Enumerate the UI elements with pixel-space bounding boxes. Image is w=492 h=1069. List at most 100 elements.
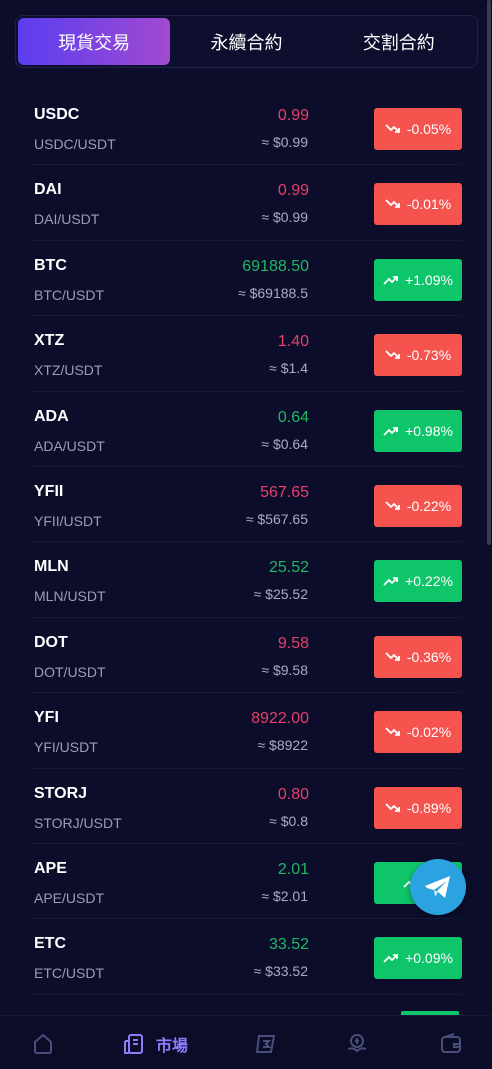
market-pair: YFII/USDT (34, 512, 102, 529)
market-row[interactable]: ETC ETC/USDT 33.52 ≈ $33.52 +0.09% (32, 919, 462, 995)
change-percent: -0.05% (406, 121, 452, 137)
market-symbol: MLN (34, 558, 69, 576)
change-badge[interactable]: +0.22% (374, 560, 462, 603)
market-row[interactable]: ADA ADA/USDT 0.64 ≈ $0.64 +0.98% (32, 392, 462, 467)
market-usd-price: ≈ $1.4 (269, 360, 308, 377)
nav-trade[interactable] (254, 1032, 278, 1056)
trend-down-icon (385, 501, 400, 510)
market-list: USDC USDC/USDT 0.99 ≈ $0.99 -0.05% DAI DAI/USD… (0, 90, 492, 995)
nav-home[interactable] (31, 1032, 55, 1056)
market-pair: APE/USDT (34, 889, 105, 906)
market-pair: YFI/USDT (34, 739, 98, 756)
trend-up-icon (383, 426, 398, 436)
trend-up-icon (383, 954, 398, 963)
market-price: 8922.00 (251, 710, 309, 728)
market-price: 33.52 (268, 936, 309, 954)
home-icon (34, 1033, 52, 1054)
telegram-icon (425, 876, 450, 898)
nav-market-label: 市場 (156, 1038, 189, 1055)
market-symbol: APE (34, 859, 67, 877)
market-pair: DOT/USDT (34, 663, 106, 680)
change-badge[interactable]: -0.22% (374, 484, 462, 527)
market-price: 9.58 (277, 634, 309, 652)
market-pair: MLN/USDT (34, 588, 106, 605)
trend-down-icon (385, 652, 400, 661)
market-pair: USDC/USDT (34, 136, 116, 152)
change-badge[interactable]: -0.05% (374, 108, 462, 150)
tab-spot[interactable]: 現貨交易 (18, 18, 171, 65)
change-badge[interactable]: -0.73% (374, 334, 462, 377)
market-price: 0.64 (277, 408, 309, 426)
market-symbol: ADA (34, 407, 69, 425)
market-row[interactable]: DOT DOT/USDT 9.58 ≈ $9.58 -0.36% (32, 618, 462, 694)
change-badge[interactable]: -0.02% (374, 711, 462, 754)
wallet-icon (441, 1033, 461, 1053)
market-price: 0.80 (277, 785, 309, 803)
market-row[interactable]: STORJ STORJ/USDT 0.80 ≈ $0.8 -0.89% (32, 769, 462, 844)
market-symbol: ETC (34, 935, 66, 953)
market-pair: DAI/USDT (34, 211, 100, 228)
market-usd-price: ≈ $2.01 (261, 887, 308, 904)
market-icon (124, 1034, 143, 1054)
market-symbol: DOT (34, 633, 68, 651)
market-usd-price: ≈ $33.52 (253, 963, 308, 980)
market-pair: ETC/USDT (34, 965, 104, 982)
trend-down-icon (385, 727, 400, 737)
market-price: 25.52 (268, 559, 309, 577)
market-row[interactable]: YFI YFI/USDT 8922.00 ≈ $8922 -0.02% (32, 693, 462, 769)
market-price: 567.65 (260, 483, 309, 501)
scrollbar[interactable] (487, 0, 491, 545)
market-usd-price: ≈ $0.99 (261, 209, 308, 226)
market-row[interactable]: YFII YFII/USDT 567.65 ≈ $567.65 -0.22% (32, 467, 462, 543)
tab-perpetual[interactable]: 永續合約 (170, 18, 322, 65)
nav-finance[interactable] (345, 1032, 369, 1056)
market-price: 1.40 (277, 333, 309, 351)
market-row[interactable]: BTC BTC/USDT 69188.50 ≈ $69188.5 +1.09% (32, 241, 462, 317)
change-badge[interactable]: +0.09% (374, 937, 462, 980)
trend-up-icon (383, 275, 398, 285)
market-pair: ADA/USDT (34, 437, 105, 454)
trend-down-icon (385, 802, 400, 812)
change-percent: -0.36% (406, 648, 452, 665)
market-symbol: STORJ (34, 784, 88, 802)
tab-delivery[interactable]: 交割合約 (323, 18, 475, 65)
market-symbol: BTC (34, 256, 67, 274)
change-badge[interactable]: +0.98% (374, 409, 462, 452)
market-usd-price: ≈ $567.65 (245, 510, 308, 527)
telegram-button[interactable] (410, 859, 466, 915)
market-row[interactable]: XTZ XTZ/USDT 1.40 ≈ $1.4 -0.73% (32, 316, 462, 392)
market-row[interactable]: USDC USDC/USDT 0.99 ≈ $0.99 -0.05% (32, 90, 462, 166)
market-row[interactable]: DAI DAI/USDT 0.99 ≈ $0.99 -0.01% (32, 165, 462, 241)
change-percent: +0.09% (405, 950, 453, 967)
market-usd-price: ≈ $9.58 (261, 661, 308, 678)
market-price: 0.99 (277, 182, 309, 200)
trend-down-icon (385, 124, 400, 133)
market-price: 0.99 (277, 107, 309, 124)
change-badge[interactable]: +1.09% (374, 258, 462, 301)
change-percent: +0.22% (405, 573, 453, 590)
nav-wallet[interactable] (439, 1032, 463, 1056)
change-badge[interactable]: -0.36% (374, 635, 462, 678)
trend-down-icon (385, 350, 400, 360)
market-row[interactable]: APEAPE/USDT2.01≈ $2.01+ (32, 844, 462, 920)
market-usd-price: ≈ $0.8 (269, 812, 308, 829)
nav-market[interactable]: 市場 (122, 1032, 188, 1056)
change-percent: -0.89% (406, 799, 452, 816)
change-percent: -0.02% (406, 724, 452, 741)
market-usd-price: ≈ $25.52 (253, 586, 308, 603)
change-percent: -0.22% (406, 497, 452, 514)
trend-down-icon (385, 199, 400, 209)
change-badge[interactable]: -0.01% (374, 183, 462, 226)
change-badge[interactable]: -0.89% (374, 786, 462, 829)
market-pair: BTC/USDT (34, 286, 104, 303)
market-type-tabs: 現貨交易 永續合約 交割合約 (15, 15, 478, 68)
market-symbol: YFI (34, 709, 59, 727)
market-symbol: USDC (34, 106, 80, 123)
change-percent: -0.73% (406, 347, 452, 364)
trade-icon (255, 1035, 276, 1053)
change-percent: -0.01% (406, 196, 452, 213)
market-price: 69188.50 (242, 257, 309, 275)
bottom-nav: 市場 (0, 1015, 492, 1069)
market-usd-price: ≈ $0.64 (261, 435, 308, 452)
market-row[interactable]: MLN MLN/USDT 25.52 ≈ $25.52 +0.22% (32, 542, 462, 618)
